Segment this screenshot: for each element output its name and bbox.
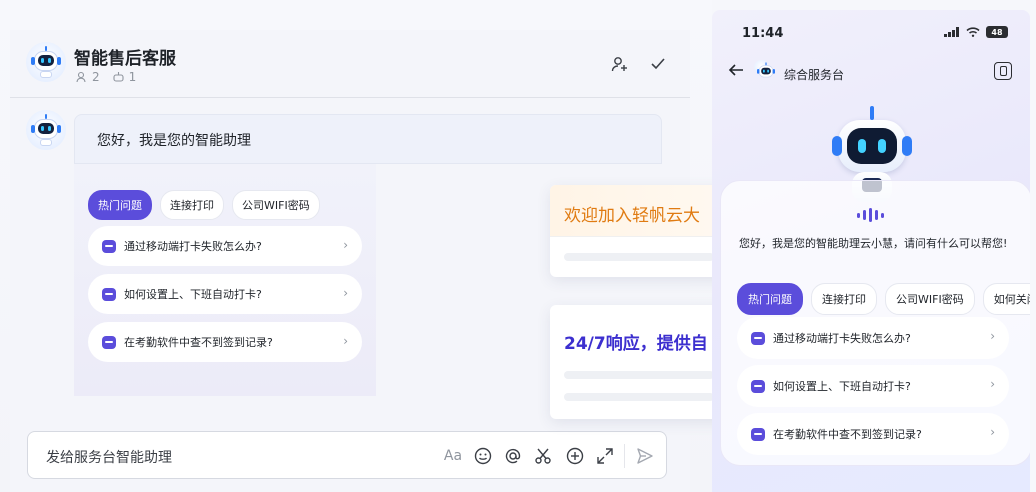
voice-wave-icon <box>857 208 884 222</box>
faq-question-text: 如何设置上、下班自动打卡? <box>124 288 262 301</box>
chevron-right-icon: › <box>990 425 995 439</box>
mobile-assistant-card: 您好，我是您的智能助理云小慧，请问有什么可以帮您! 热门问题 连接打印 公司WI… <box>720 180 1030 466</box>
chat-header: 智能售后客服 2 1 <box>10 30 690 98</box>
chat-title: 智能售后客服 <box>74 49 176 69</box>
send-icon <box>637 448 653 464</box>
battery-icon: 48 <box>986 26 1008 38</box>
chat-meta: 2 1 <box>76 70 136 84</box>
chat-bubble-icon <box>102 239 116 253</box>
skeleton-line <box>564 253 714 261</box>
tab-wifi-password[interactable]: 公司WIFI密码 <box>232 190 320 220</box>
status-icons: 48 <box>944 26 1008 38</box>
send-button[interactable] <box>634 445 656 467</box>
message-bot-avatar <box>26 110 66 150</box>
service-card: 24/7响应，提供自 <box>550 305 730 419</box>
mobile-faq-question-2[interactable]: 如何设置上、下班自动打卡? › <box>737 365 1009 407</box>
chat-bubble-icon <box>102 287 116 301</box>
mention-button[interactable] <box>502 445 524 467</box>
faq-question-3[interactable]: 在考勤软件中查不到签到记录? › <box>88 322 362 362</box>
chat-bubble-icon <box>102 335 116 349</box>
tab-hot-questions[interactable]: 热门问题 <box>88 190 152 220</box>
skeleton-line <box>564 393 714 401</box>
mobile-app-screen: 11:44 48 综合服务台 您好，我是您的智能助理云小慧，请问有什么可以帮您!… <box>712 10 1030 492</box>
chevron-right-icon: › <box>990 329 995 343</box>
expand-icon <box>597 448 613 464</box>
back-button[interactable] <box>728 62 744 81</box>
faq-tabs: 热门问题 连接打印 公司WIFI密码 <box>88 190 320 220</box>
service-card-text: 24/7响应，提供自 <box>564 334 708 354</box>
mobile-faq-question-text: 通过移动端打卡失败怎么办? <box>773 332 911 345</box>
bot-count: 1 <box>128 70 137 84</box>
chevron-right-icon: › <box>343 334 348 348</box>
chevron-right-icon: › <box>990 377 995 391</box>
more-plus-button[interactable] <box>564 445 586 467</box>
scissors-button[interactable] <box>532 445 554 467</box>
mobile-tab-wifi-password[interactable]: 公司WIFI密码 <box>885 283 975 315</box>
skeleton-line <box>564 371 714 379</box>
plus-circle-icon <box>566 447 584 465</box>
mobile-faq-question-1[interactable]: 通过移动端打卡失败怎么办? › <box>737 317 1009 359</box>
chat-bubble-icon <box>751 379 765 393</box>
nav-bot-avatar <box>754 60 775 78</box>
chat-bubble-icon <box>751 427 765 441</box>
emoji-button[interactable] <box>472 445 494 467</box>
toolbar-divider <box>624 444 625 468</box>
welcome-card-text: 欢迎加入轻帆云大 <box>564 206 700 226</box>
tab-connect-printer[interactable]: 连接打印 <box>160 190 224 220</box>
faq-question-text: 在考勤软件中查不到签到记录? <box>124 336 273 349</box>
mobile-faq-question-text: 如何设置上、下班自动打卡? <box>773 380 911 393</box>
faq-question-1[interactable]: 通过移动端打卡失败怎么办? › <box>88 226 362 266</box>
nav-title: 综合服务台 <box>784 68 845 82</box>
chat-bubble-icon <box>751 331 765 345</box>
mobile-faq-tabs: 热门问题 连接打印 公司WIFI密码 如何关闭 <box>737 283 1030 315</box>
mobile-tab-hot-questions[interactable]: 热门问题 <box>737 283 803 315</box>
add-user-icon <box>611 57 627 72</box>
mobile-faq-question-text: 在考勤软件中查不到签到记录? <box>773 428 922 441</box>
expand-button[interactable] <box>594 445 616 467</box>
status-time: 11:44 <box>742 26 784 41</box>
chevron-right-icon: › <box>343 238 348 252</box>
members-icon <box>76 71 86 83</box>
bot-avatar <box>26 42 66 82</box>
wifi-icon <box>966 27 980 37</box>
message-input-placeholder: 发给服务台智能助理 <box>46 450 172 466</box>
mobile-tab-connect-printer[interactable]: 连接打印 <box>811 283 877 315</box>
at-icon <box>505 448 521 464</box>
desktop-chat-window: 智能售后客服 2 1 您好，我是您的智能助理 热门问题 连接打印 公司WIFI密… <box>0 0 730 492</box>
signal-icon <box>944 27 959 37</box>
member-count: 2 <box>92 70 100 84</box>
bot-message-bubble: 您好，我是您的智能助理 <box>74 114 662 164</box>
mobile-faq-question-3[interactable]: 在考勤软件中查不到签到记录? › <box>737 413 1009 455</box>
faq-question-2[interactable]: 如何设置上、下班自动打卡? › <box>88 274 362 314</box>
font-format-button[interactable]: Aa <box>442 445 464 467</box>
arrow-left-icon <box>728 64 743 76</box>
bot-count-icon <box>113 72 124 82</box>
message-input-box[interactable]: 发给服务台智能助理 Aa <box>27 431 667 479</box>
mobile-tab-how-to-close[interactable]: 如何关闭 <box>982 283 1030 315</box>
mobile-greeting-text: 您好，我是您的智能助理云小慧，请问有什么可以帮您! <box>739 237 1008 250</box>
welcome-card: 欢迎加入轻帆云大 <box>550 185 730 277</box>
bot-message-text: 您好，我是您的智能助理 <box>97 133 251 149</box>
emoji-icon <box>474 447 492 465</box>
chevron-right-icon: › <box>343 286 348 300</box>
add-member-button[interactable] <box>608 52 632 76</box>
check-icon <box>651 58 665 70</box>
confirm-button[interactable] <box>646 52 670 76</box>
history-button[interactable] <box>994 62 1012 80</box>
font-icon: Aa <box>443 448 463 464</box>
scissors-icon <box>535 448 551 464</box>
faq-question-text: 通过移动端打卡失败怎么办? <box>124 240 262 253</box>
faq-card: 热门问题 连接打印 公司WIFI密码 通过移动端打卡失败怎么办? › 如何设置上… <box>74 164 376 396</box>
